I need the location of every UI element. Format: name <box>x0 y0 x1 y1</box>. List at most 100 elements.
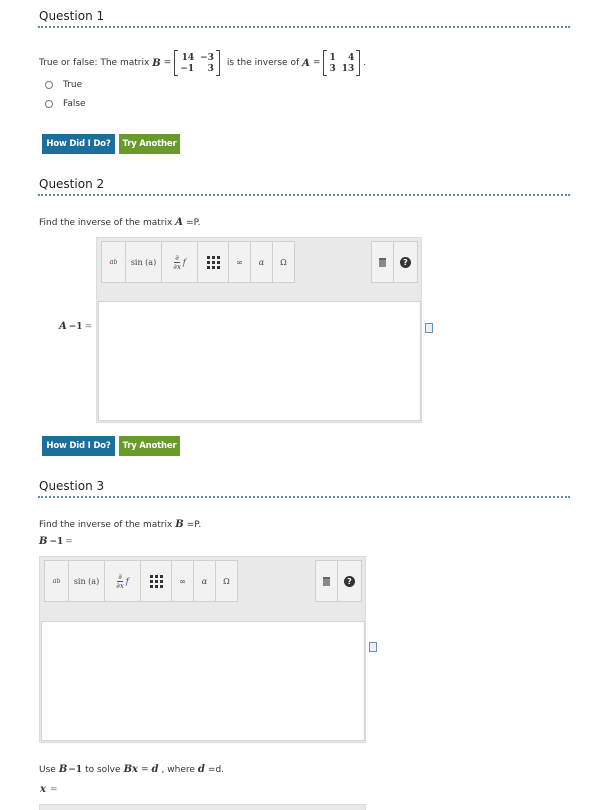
matrix-a: 1 4 3 13 <box>323 50 361 76</box>
derivative-button[interactable]: ∂ ∂x f <box>105 560 141 602</box>
infinity-button[interactable]: ∞ <box>229 241 251 283</box>
solve-text-where: , where <box>161 764 195 775</box>
question-3-divider <box>38 496 570 498</box>
delete-button[interactable] <box>371 241 394 283</box>
power-button[interactable]: ab <box>101 241 126 283</box>
inverse-var: B <box>39 536 48 547</box>
question-3-solve-prompt: Use B −1 to solve Bx = d , where d =d. <box>39 764 224 775</box>
answer-label-q2: A −1 = <box>59 321 92 332</box>
infinity-symbol: ∞ <box>179 576 186 586</box>
try-another-button[interactable]: Try Another <box>119 134 180 154</box>
equals-sign: = <box>49 784 58 795</box>
alpha-symbol: α <box>258 257 265 267</box>
help-icon: ? <box>344 575 355 587</box>
power-exp: b <box>113 258 118 266</box>
try-another-button[interactable]: Try Another <box>119 436 180 456</box>
equals-sign: = <box>163 58 172 68</box>
derivative-num: ∂ <box>174 253 180 263</box>
equals-sign: = <box>140 764 149 775</box>
math-editor-q3: ab sin (a) ∂ ∂x f ∞ α Ω ? <box>39 556 366 743</box>
solve-equation-lhs: Bx <box>123 764 138 775</box>
matrix-button[interactable] <box>141 560 172 602</box>
question-1-prompt: True or false: The matrix B = 14 −3 −1 3… <box>39 48 366 78</box>
answer-var: A <box>59 321 67 332</box>
question-3-prompt: Find the inverse of the matrix B =P. <box>39 519 201 530</box>
question-2-prompt: Find the inverse of the matrix A =P. <box>39 217 201 228</box>
solve-text-to-solve: to solve <box>85 764 121 775</box>
matrix-a-cell: 13 <box>341 63 355 74</box>
function-button[interactable]: sin (a) <box>69 560 105 602</box>
symbols-button[interactable]: Ω <box>216 560 238 602</box>
matrix-button[interactable] <box>198 241 229 283</box>
delete-button[interactable] <box>315 560 338 602</box>
function-label: sin (a) <box>73 576 100 586</box>
editor-toolbar: ab sin (a) ∂ ∂x f ∞ α Ω <box>101 241 295 283</box>
matrix-a-cell: 4 <box>347 52 355 63</box>
derivative-f: f <box>182 257 186 267</box>
question-2-title: Question 2 <box>39 177 105 191</box>
q3-inverse-label: B −1 = <box>39 536 73 547</box>
question-1-divider <box>38 26 570 28</box>
math-editor-q2: ab sin (a) ∂ ∂x f ∞ α Ω ? <box>96 237 422 423</box>
matrix-b-var: B <box>152 57 161 69</box>
math-editor-q3b <box>39 804 366 810</box>
function-label: sin (a) <box>130 257 157 267</box>
matrix-grid-icon <box>206 255 220 269</box>
radio-false[interactable] <box>45 100 53 108</box>
derivative-button[interactable]: ∂ ∂x f <box>162 241 198 283</box>
question-1-title: Question 1 <box>39 9 105 23</box>
power-button[interactable]: ab <box>44 560 69 602</box>
option-true[interactable]: True <box>45 80 82 90</box>
matrix-a-cell: 3 <box>329 63 336 74</box>
q1-prompt-text-b: is the inverse of <box>226 58 300 68</box>
radio-true[interactable] <box>45 81 53 89</box>
equals-sign: = <box>312 58 321 68</box>
alpha-symbol: α <box>201 576 208 586</box>
matrix-b-var: B <box>175 519 184 530</box>
derivative-f: f <box>125 576 129 586</box>
matrix-a-cell: 1 <box>329 52 336 63</box>
answer-input-q3[interactable] <box>41 621 365 741</box>
help-button[interactable]: ? <box>338 560 362 602</box>
matrix-b-cell: −3 <box>200 52 214 63</box>
infinity-button[interactable]: ∞ <box>172 560 194 602</box>
document-icon[interactable] <box>425 323 433 333</box>
q3-prompt-tail: =P. <box>186 519 202 530</box>
function-button[interactable]: sin (a) <box>126 241 162 283</box>
option-true-label: True <box>63 80 83 90</box>
q2-prompt-text: Find the inverse of the matrix <box>39 217 173 228</box>
solve-text-use: Use <box>39 764 56 775</box>
solve-b-var: B <box>58 764 68 775</box>
greek-button[interactable]: α <box>194 560 216 602</box>
omega-symbol: Ω <box>280 257 287 267</box>
trash-icon <box>379 257 386 267</box>
matrix-b-cell: 14 <box>181 52 195 63</box>
solve-d-var: d <box>197 764 205 775</box>
document-icon[interactable] <box>369 642 377 652</box>
how-did-i-do-button[interactable]: How Did I Do? <box>42 436 115 456</box>
omega-symbol: Ω <box>223 576 230 586</box>
greek-button[interactable]: α <box>251 241 273 283</box>
matrix-a-var: A <box>175 217 184 228</box>
question-2-divider <box>38 194 570 196</box>
help-button[interactable]: ? <box>394 241 418 283</box>
symbols-button[interactable]: Ω <box>273 241 295 283</box>
solve-exponent: −1 <box>68 764 83 775</box>
period: . <box>363 58 367 68</box>
answer-input-q2[interactable] <box>98 301 421 421</box>
q3-x-label: x = <box>40 784 58 795</box>
matrix-b-cell: −1 <box>180 63 195 74</box>
option-false[interactable]: False <box>45 99 86 109</box>
q3-prompt-text: Find the inverse of the matrix <box>39 519 173 530</box>
question-3-title: Question 3 <box>39 479 105 493</box>
derivative-den: ∂x <box>173 262 181 271</box>
derivative-den: ∂x <box>116 581 124 590</box>
equals-sign: = <box>65 537 73 547</box>
answer-exponent: −1 <box>68 322 83 332</box>
help-icon: ? <box>400 256 411 268</box>
matrix-a-var: A <box>302 57 310 69</box>
q2-prompt-tail: =P. <box>186 217 201 228</box>
inverse-exponent: −1 <box>49 537 64 547</box>
how-did-i-do-button[interactable]: How Did I Do? <box>42 134 115 154</box>
equals-sign: = <box>84 322 93 332</box>
